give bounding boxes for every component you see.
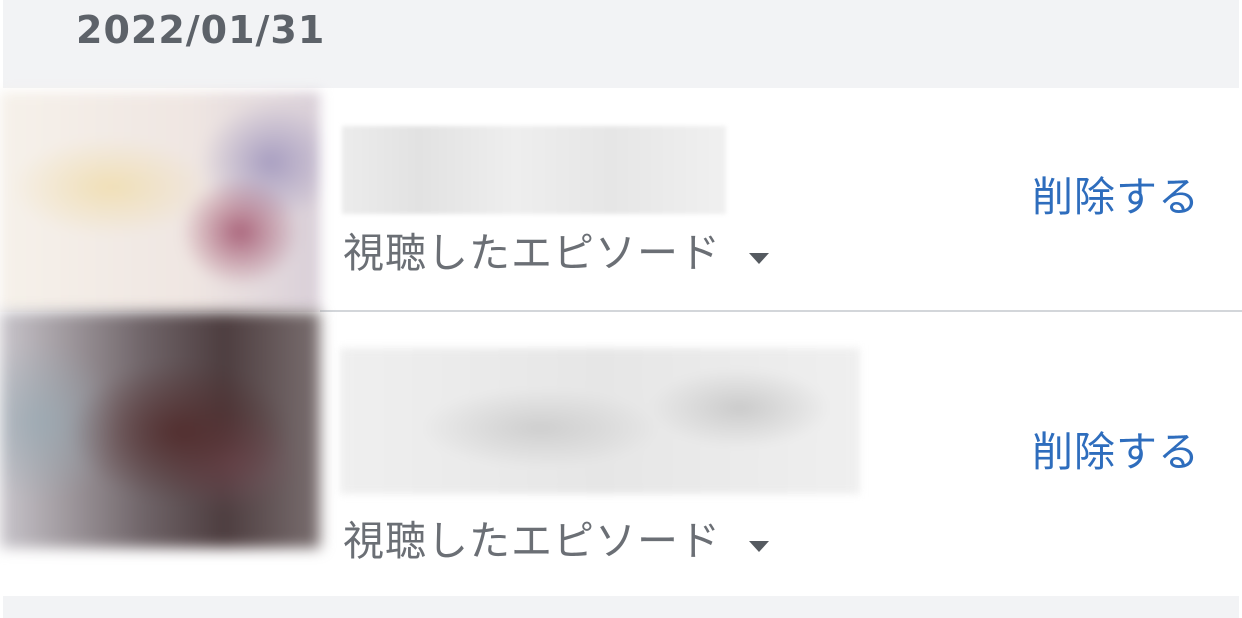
delete-button[interactable]: 削除する: [1032, 427, 1200, 477]
next-date-section-header: [3, 596, 1239, 618]
watched-episodes-dropdown[interactable]: 視聴したエピソード: [343, 228, 769, 278]
delete-button[interactable]: 削除する: [1032, 172, 1200, 222]
title-redacted[interactable]: [342, 126, 726, 214]
thumbnail-image[interactable]: [0, 92, 320, 312]
caret-down-icon: [749, 540, 769, 552]
watched-episodes-label: 視聴したエピソード: [343, 517, 721, 565]
history-item: 視聴したエピソード 削除する: [0, 92, 1242, 312]
watched-episodes-dropdown[interactable]: 視聴したエピソード: [343, 516, 769, 566]
history-item: 視聴したエピソード 削除する: [0, 312, 1242, 594]
thumbnail-image[interactable]: [0, 312, 320, 548]
caret-down-icon: [749, 252, 769, 264]
watched-episodes-label: 視聴したエピソード: [343, 229, 721, 277]
watch-date: 2022/01/31: [76, 8, 326, 52]
title-redacted[interactable]: [340, 348, 860, 494]
date-section-header: 2022/01/31: [3, 0, 1239, 88]
